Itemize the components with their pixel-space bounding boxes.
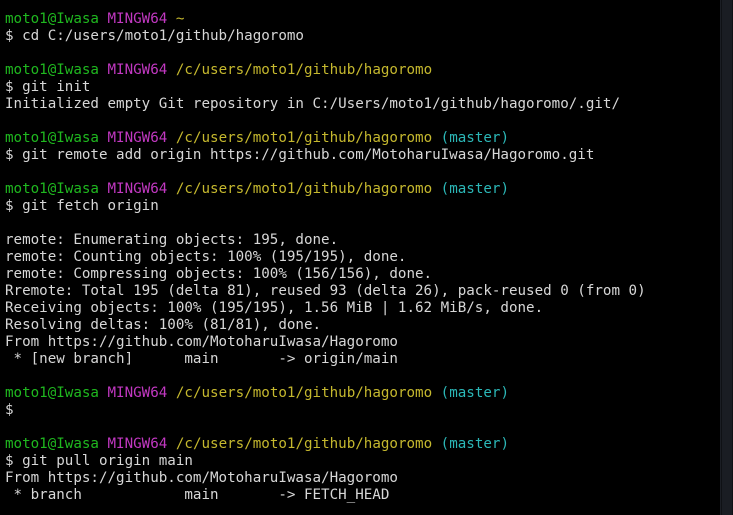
prompt-path: /c/users/moto1/github/hagoromo (175, 385, 433, 401)
prompt-path: ~ (175, 11, 185, 27)
prompt-user: moto1@Iwasa (5, 181, 99, 197)
output-line: Initialized empty Git repository in C:/U… (5, 96, 620, 112)
scrollbar-thumb[interactable] (722, 0, 732, 515)
output-line: remote: Enumerating objects: 195, done. (5, 232, 339, 248)
prompt-branch: (master) (440, 436, 509, 452)
prompt-line: moto1@Iwasa MINGW64 /c/users/moto1/githu… (5, 181, 720, 198)
prompt-path: /c/users/moto1/github/hagoromo (175, 130, 433, 146)
prompt-branch: (master) (440, 130, 509, 146)
command-line: $ git pull origin main (5, 453, 193, 469)
terminal-line: Rremote: Total 195 (delta 81), reused 93… (5, 283, 720, 300)
terminal-line: $ git fetch origin (5, 198, 720, 215)
scrollbar[interactable] (720, 0, 733, 515)
prompt-system: MINGW64 (107, 385, 168, 401)
prompt-user: moto1@Iwasa (5, 130, 99, 146)
prompt-system: MINGW64 (107, 436, 168, 452)
output-line: * [new branch] main -> origin/main (5, 351, 398, 367)
terminal-line: $ git remote add origin https://github.c… (5, 147, 720, 164)
terminal-line: remote: Compressing objects: 100% (156/1… (5, 266, 720, 283)
command-line: $ cd C:/users/moto1/github/hagoromo (5, 28, 304, 44)
terminal-line: $ cd C:/users/moto1/github/hagoromo (5, 28, 720, 45)
terminal-line: $ git init (5, 79, 720, 96)
terminal-line: From https://github.com/MotoharuIwasa/Ha… (5, 334, 720, 351)
prompt-system: MINGW64 (107, 130, 168, 146)
output-line: Receiving objects: 100% (195/195), 1.56 … (5, 300, 544, 316)
terminal-line: * [new branch] main -> origin/main (5, 351, 720, 368)
command-line: $ git remote add origin https://github.c… (5, 147, 595, 163)
command-line: $ (5, 402, 14, 418)
prompt-user: moto1@Iwasa (5, 436, 99, 452)
terminal-line: Receiving objects: 100% (195/195), 1.56 … (5, 300, 720, 317)
prompt-branch: (master) (440, 181, 509, 197)
output-line: remote: Counting objects: 100% (195/195)… (5, 249, 407, 265)
prompt-line: moto1@Iwasa MINGW64 /c/users/moto1/githu… (5, 130, 720, 147)
prompt-user: moto1@Iwasa (5, 385, 99, 401)
terminal-line: remote: Counting objects: 100% (195/195)… (5, 249, 720, 266)
prompt-path: /c/users/moto1/github/hagoromo (175, 436, 433, 452)
output-line: From https://github.com/MotoharuIwasa/Ha… (5, 470, 398, 486)
output-line: From https://github.com/MotoharuIwasa/Ha… (5, 334, 398, 350)
prompt-line: moto1@Iwasa MINGW64 /c/users/moto1/githu… (5, 385, 720, 402)
output-line: Rremote: Total 195 (delta 81), reused 93… (5, 283, 646, 299)
terminal-line: Initialized empty Git repository in C:/U… (5, 96, 720, 113)
prompt-path: /c/users/moto1/github/hagoromo (175, 181, 433, 197)
prompt-line: moto1@Iwasa MINGW64 /c/users/moto1/githu… (5, 436, 720, 453)
prompt-line: moto1@Iwasa MINGW64 ~ (5, 11, 720, 28)
terminal-line: * branch main -> FETCH_HEAD (5, 487, 720, 504)
prompt-branch: (master) (440, 385, 509, 401)
output-line: * branch main -> FETCH_HEAD (5, 487, 390, 503)
terminal-line: $ git pull origin main (5, 453, 720, 470)
output-line: remote: Compressing objects: 100% (156/1… (5, 266, 433, 282)
prompt-user: moto1@Iwasa (5, 11, 99, 27)
terminal-window[interactable]: moto1@Iwasa MINGW64 ~ $ cd C:/users/moto1… (0, 0, 733, 515)
terminal-line: From https://github.com/MotoharuIwasa/Ha… (5, 470, 720, 487)
terminal-buffer[interactable]: moto1@Iwasa MINGW64 ~ $ cd C:/users/moto1… (5, 11, 720, 504)
prompt-system: MINGW64 (107, 181, 168, 197)
terminal-line: Resolving deltas: 100% (81/81), done. (5, 317, 720, 334)
prompt-system: MINGW64 (107, 62, 168, 78)
terminal-line: $ (5, 402, 720, 419)
output-line: Resolving deltas: 100% (81/81), done. (5, 317, 322, 333)
prompt-user: moto1@Iwasa (5, 62, 99, 78)
prompt-system: MINGW64 (107, 11, 168, 27)
prompt-line: moto1@Iwasa MINGW64 /c/users/moto1/githu… (5, 62, 720, 79)
command-line: $ git init (5, 79, 91, 95)
command-line: $ git fetch origin (5, 198, 159, 214)
prompt-path: /c/users/moto1/github/hagoromo (175, 62, 433, 78)
terminal-line: remote: Enumerating objects: 195, done. (5, 232, 720, 249)
